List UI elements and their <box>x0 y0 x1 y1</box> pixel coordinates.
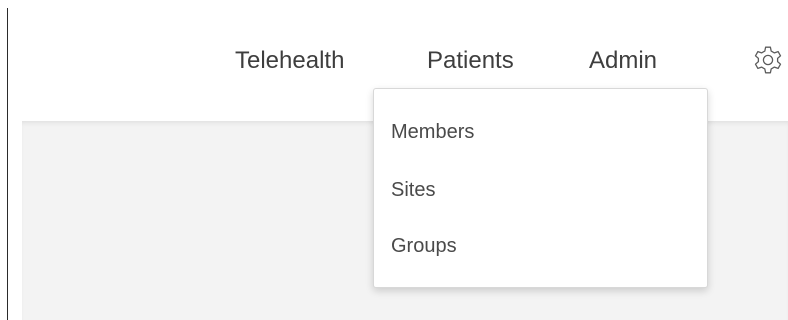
admin-dropdown-menu: Members Sites Groups <box>373 88 708 288</box>
nav-item-patients[interactable]: Patients <box>427 46 514 76</box>
nav-item-admin[interactable]: Admin <box>589 46 657 76</box>
nav-item-telehealth[interactable]: Telehealth <box>235 46 344 76</box>
gear-icon-graphic <box>754 46 782 74</box>
gear-icon[interactable] <box>753 44 783 76</box>
menu-item-sites[interactable]: Sites <box>391 178 435 202</box>
menu-item-groups[interactable]: Groups <box>391 234 457 258</box>
menu-item-members[interactable]: Members <box>391 120 474 144</box>
